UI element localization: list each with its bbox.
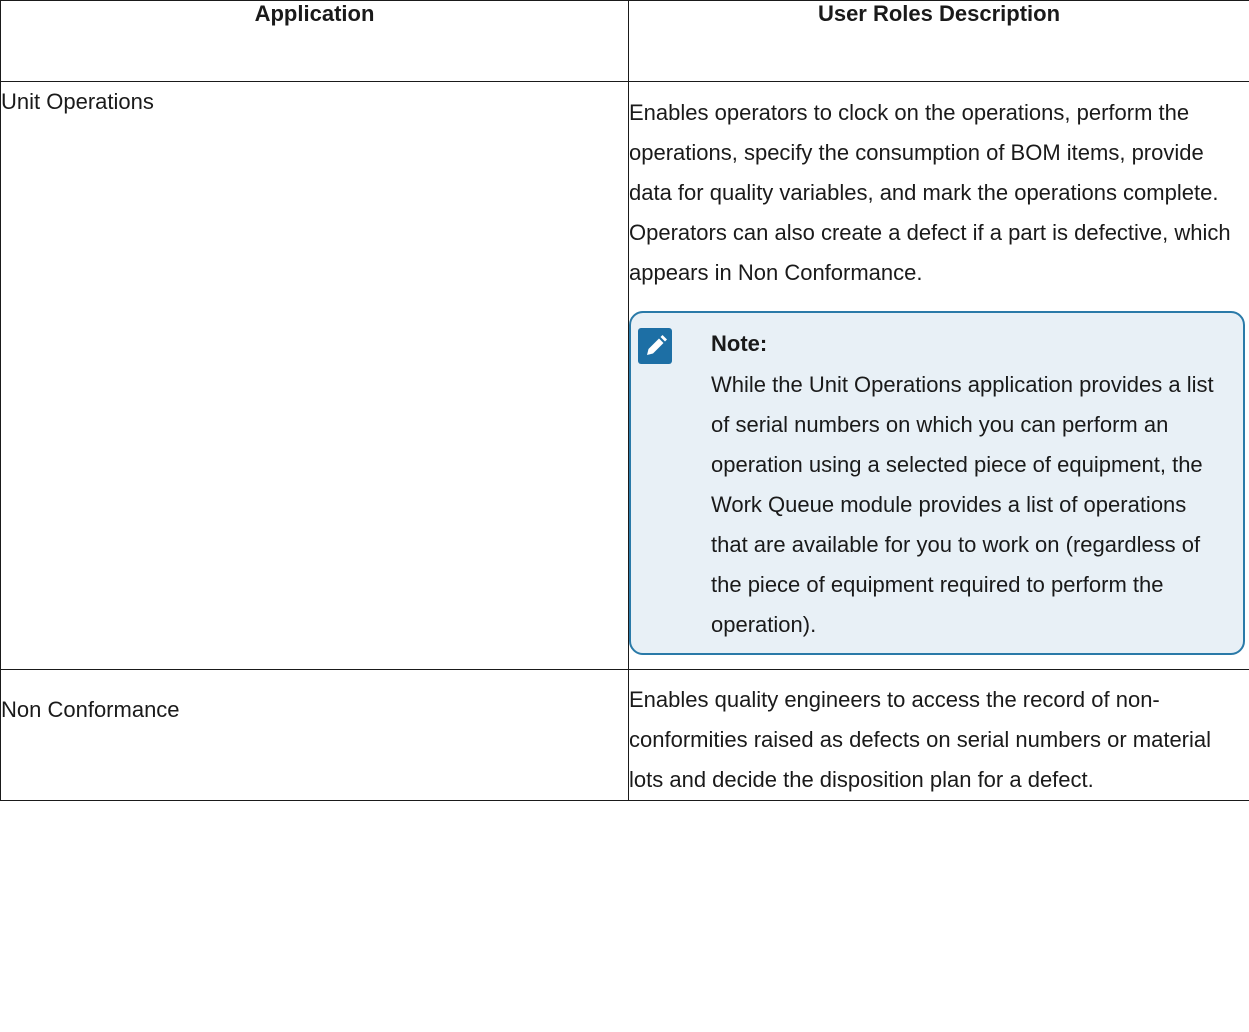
role-description-cell: Enables operators to clock on the operat… [628,81,1249,670]
user-roles-table: Application User Roles Description Unit … [0,0,1249,801]
table-row: Unit Operations Enables operators to clo… [0,81,1249,670]
table-row: Non Conformance Enables quality engineer… [0,669,1249,801]
column-header-description: User Roles Description [628,0,1249,82]
application-name: Unit Operations [0,81,629,670]
note-title: Note: [711,331,768,356]
note-text: While the Unit Operations application pr… [711,372,1214,637]
role-description: Enables operators to clock on the operat… [629,100,1231,285]
role-description: Enables quality engineers to access the … [629,687,1212,792]
pencil-icon [638,328,672,364]
application-name: Non Conformance [0,669,629,801]
column-header-application: Application [0,0,629,82]
role-description-cell: Enables quality engineers to access the … [628,669,1249,801]
note-callout: Note: While the Unit Operations applicat… [629,311,1245,655]
table-header-row: Application User Roles Description [0,0,1249,82]
